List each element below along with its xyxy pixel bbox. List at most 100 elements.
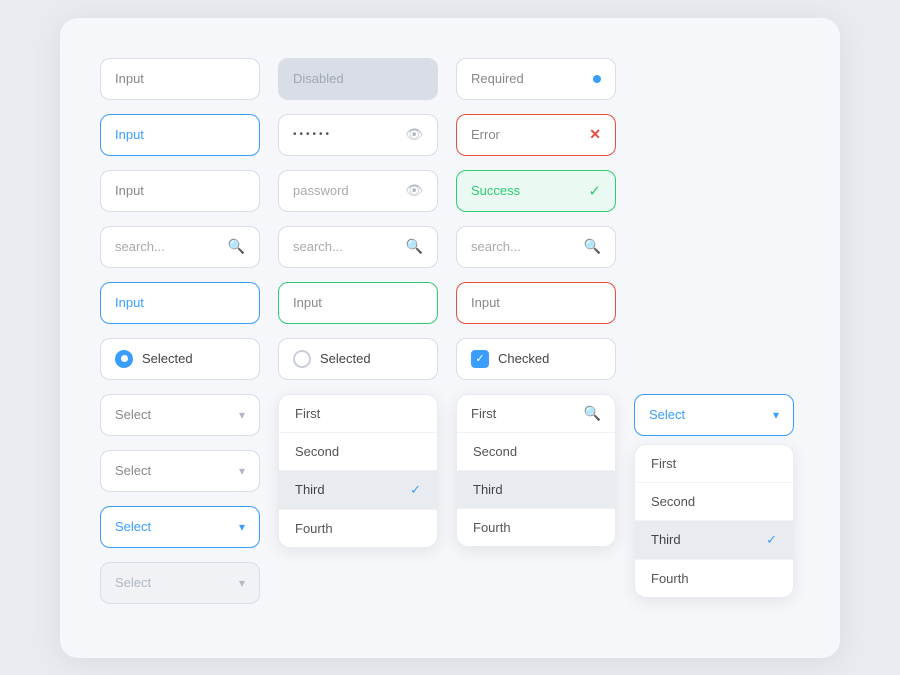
input-password-col: •••••• 👁 (278, 114, 438, 156)
input-blue-label: Input (115, 295, 144, 310)
search-input-3[interactable]: search... 🔍 (456, 226, 616, 268)
dropdown-search: First 🔍 Second Third Fourth (456, 394, 616, 547)
password-dots: •••••• (293, 129, 332, 140)
chevron-1: ▾ (239, 408, 245, 422)
dropdown-search-header[interactable]: First 🔍 (457, 395, 615, 433)
select-1[interactable]: Select ▾ (100, 394, 260, 436)
search-input-2[interactable]: search... 🔍 (278, 226, 438, 268)
dropdown-active-item-3[interactable]: Third ✓ (635, 521, 793, 560)
error-icon: ✕ (589, 126, 601, 143)
input-green-label: Input (293, 295, 322, 310)
search-icon-3: 🔍 (584, 238, 601, 255)
dropdown-active-item-4[interactable]: Fourth (635, 560, 793, 597)
row-6: Selected Selected ✓ Checked (100, 338, 800, 380)
password-placeholder: password (293, 183, 349, 198)
row-1: Input Disabled Required (100, 58, 800, 100)
input-plain-col: Input (100, 58, 260, 100)
dropdown-plain-item-2[interactable]: Second (279, 433, 437, 471)
dropdown-search-item-2[interactable]: Second (457, 433, 615, 471)
row-4: search... 🔍 search... 🔍 search... 🔍 (100, 226, 800, 268)
input-password2[interactable]: password 👁 (278, 170, 438, 212)
radio-selected-col: Selected (100, 338, 260, 380)
dropdown-plain-item-3[interactable]: Third ✓ (279, 471, 437, 510)
checkbox-col: ✓ Checked (456, 338, 616, 380)
input-password2-col: password 👁 (278, 170, 438, 212)
input-plain2-col: Input (100, 170, 260, 212)
input-active-label: Input (115, 127, 144, 142)
input-plain[interactable]: Input (100, 58, 260, 100)
input-success-col: Success ✓ (456, 170, 616, 212)
row-5: Input Input Input (100, 282, 800, 324)
search-input-1[interactable]: search... 🔍 (100, 226, 260, 268)
checkbox-checked[interactable]: ✓ Checked (456, 338, 616, 380)
radio-selected-empty[interactable]: Selected (278, 338, 438, 380)
radio-dot-empty (293, 350, 311, 368)
eye-icon-2[interactable]: 👁 (405, 182, 423, 199)
dropdown-plain: First Second Third ✓ Fourth (278, 394, 438, 548)
select-3-active[interactable]: Select ▾ (100, 506, 260, 548)
radio-unselected-col: Selected (278, 338, 438, 380)
dropdown-search-item-3[interactable]: Third (457, 471, 615, 509)
input-error-col: Error ✕ (456, 114, 616, 156)
search3-label: search... (471, 239, 521, 254)
select-active-col: Select ▾ First Second Third ✓ Fourth (634, 394, 794, 598)
input-required-col: Required (456, 58, 616, 100)
input-plain2[interactable]: Input (100, 170, 260, 212)
radio-dot-filled (115, 350, 133, 368)
search-icon-2: 🔍 (406, 238, 423, 255)
search1-label: search... (115, 239, 165, 254)
row-3: Input password 👁 Success ✓ (100, 170, 800, 212)
input-required[interactable]: Required (456, 58, 616, 100)
main-card: Input Disabled Required Input •••••• 👁 (60, 18, 840, 658)
input-error-label: Error (471, 127, 500, 142)
input-red[interactable]: Input (456, 282, 616, 324)
search2-col: search... 🔍 (278, 226, 438, 268)
input-disabled: Disabled (278, 58, 438, 100)
dropdown-search-col: First 🔍 Second Third Fourth (456, 394, 616, 547)
select-1-label: Select (115, 407, 151, 422)
select-list-col: Select ▾ Select ▾ Select ▾ Select ▾ (100, 394, 260, 604)
input-success-label: Success (471, 183, 520, 198)
checkbox-box: ✓ (471, 350, 489, 368)
eye-icon[interactable]: 👁 (405, 126, 423, 143)
chevron-active: ▾ (773, 408, 779, 422)
dropdown-plain-item-4[interactable]: Fourth (279, 510, 437, 547)
dropdown-search-item-4[interactable]: Fourth (457, 509, 615, 546)
search2-label: search... (293, 239, 343, 254)
success-icon: ✓ (588, 182, 601, 200)
check-icon-1: ✓ (410, 482, 421, 498)
input-red-label: Input (471, 295, 500, 310)
check-icon-2: ✓ (766, 532, 777, 548)
select-active[interactable]: Select ▾ (634, 394, 794, 436)
select-3-label: Select (115, 519, 151, 534)
input-green[interactable]: Input (278, 282, 438, 324)
select-2-label: Select (115, 463, 151, 478)
dropdown-active-item-1[interactable]: First (635, 445, 793, 483)
input-disabled-label: Disabled (293, 71, 344, 86)
dropdown-active-item-2[interactable]: Second (635, 483, 793, 521)
chevron-4: ▾ (239, 576, 245, 590)
radio-label-1: Selected (142, 351, 193, 366)
dropdown-plain-item-1[interactable]: First (279, 395, 437, 433)
dropdown-active: First Second Third ✓ Fourth (634, 444, 794, 598)
input-red-col: Input (456, 282, 616, 324)
row-2: Input •••••• 👁 Error ✕ (100, 114, 800, 156)
input-blue[interactable]: Input (100, 282, 260, 324)
row-7: Select ▾ Select ▾ Select ▾ Select ▾ Firs… (100, 394, 800, 604)
input-error[interactable]: Error ✕ (456, 114, 616, 156)
checkbox-label: Checked (498, 351, 549, 366)
input-password[interactable]: •••••• 👁 (278, 114, 438, 156)
select-2[interactable]: Select ▾ (100, 450, 260, 492)
input-green-col: Input (278, 282, 438, 324)
chevron-2: ▾ (239, 464, 245, 478)
select-4-disabled: Select ▾ (100, 562, 260, 604)
input-success[interactable]: Success ✓ (456, 170, 616, 212)
input-plain-label: Input (115, 71, 144, 86)
input-plain2-label: Input (115, 183, 144, 198)
select-active-label: Select (649, 407, 685, 422)
radio-selected-filled[interactable]: Selected (100, 338, 260, 380)
search-icon-dropdown: 🔍 (584, 405, 601, 422)
input-active[interactable]: Input (100, 114, 260, 156)
select-4-label: Select (115, 575, 151, 590)
radio-label-2: Selected (320, 351, 371, 366)
